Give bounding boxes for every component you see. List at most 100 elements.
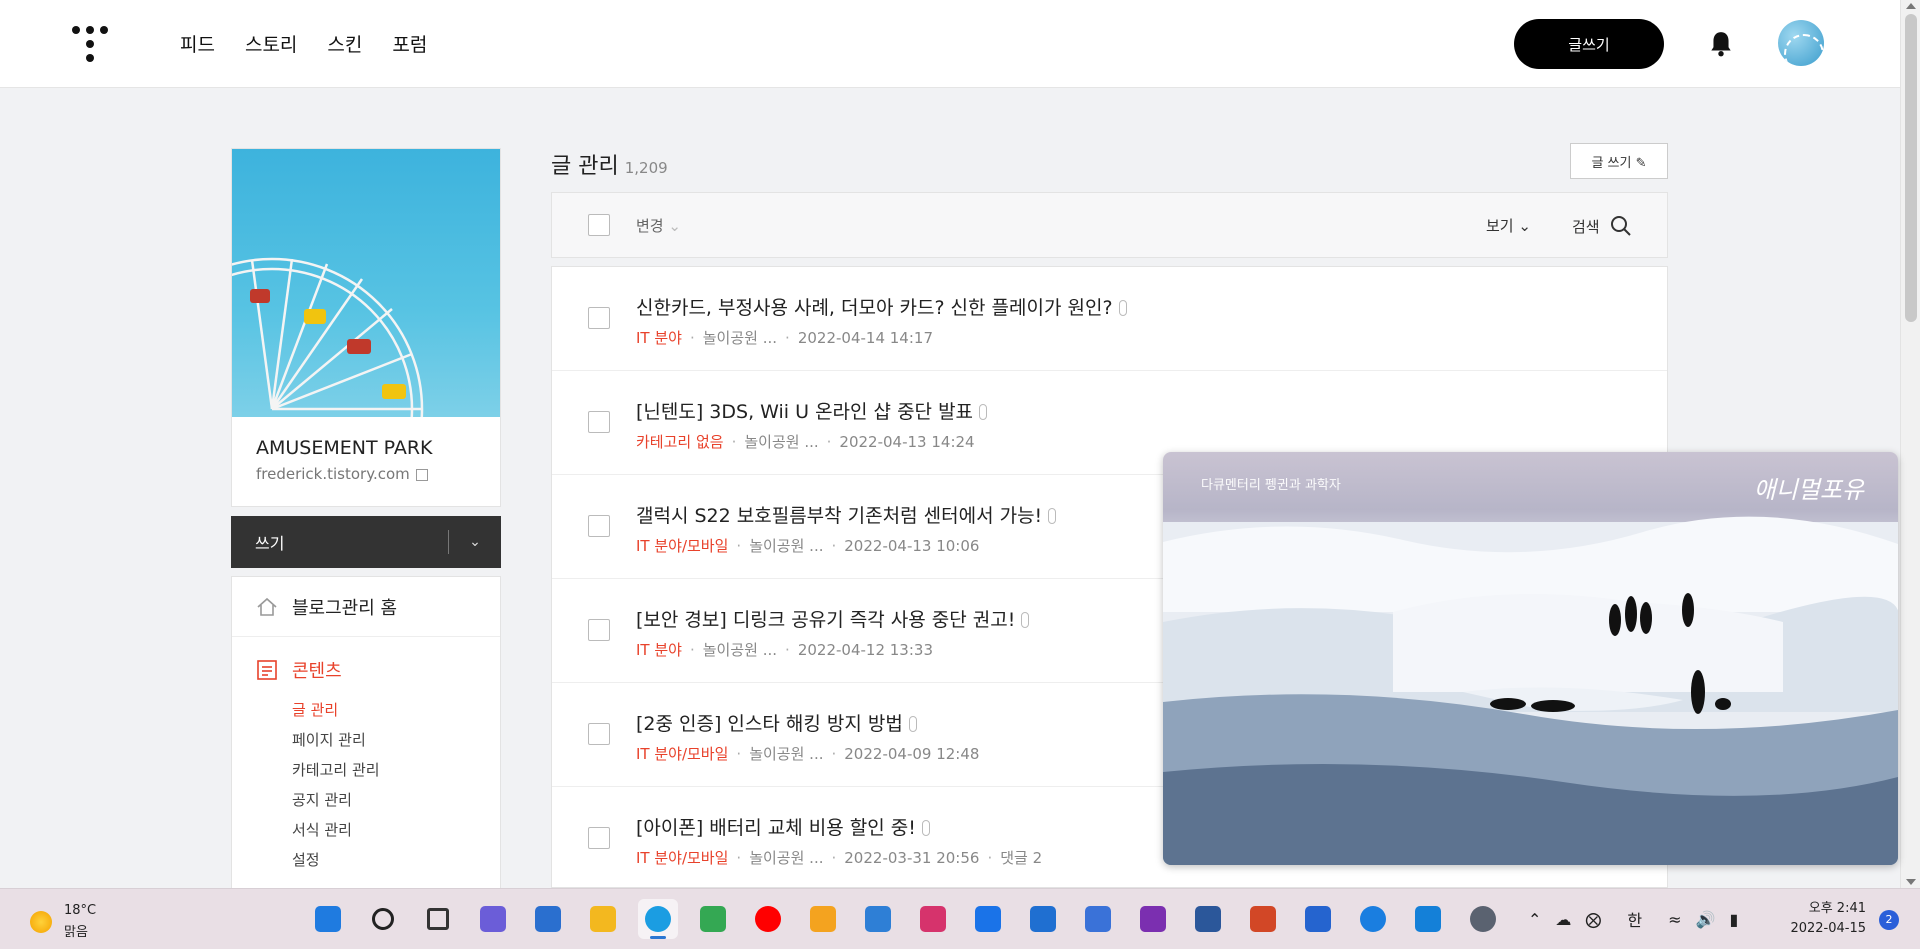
- post-checkbox[interactable]: [588, 723, 610, 745]
- submenu-notice-manage[interactable]: 공지 관리: [292, 785, 476, 815]
- ime-indicator[interactable]: 한: [1627, 907, 1642, 931]
- close-circle-icon[interactable]: ⨂: [1585, 910, 1601, 929]
- mail-icon[interactable]: [968, 899, 1008, 939]
- submenu-category-manage[interactable]: 카테고리 관리: [292, 755, 476, 785]
- post-title[interactable]: [아이폰] 배터리 교체 비용 할인 중!: [636, 813, 930, 840]
- post-category[interactable]: IT 분야: [636, 641, 682, 659]
- bulk-change-dropdown[interactable]: 변경 ⌄: [636, 215, 681, 236]
- clock-time: 오후 2:41: [1808, 901, 1866, 916]
- page-title-text: 글 관리: [551, 154, 619, 179]
- attachment-icon: [1048, 508, 1057, 524]
- edge-browser-icon[interactable]: [638, 899, 678, 939]
- youtube-music-icon[interactable]: [748, 899, 788, 939]
- post-date: 2022-03-31 20:56: [844, 849, 980, 867]
- settings-icon[interactable]: [1463, 899, 1503, 939]
- maps-icon[interactable]: [693, 899, 733, 939]
- todo-icon[interactable]: [1298, 899, 1338, 939]
- post-row[interactable]: 신한카드, 부정사용 사례, 더모아 카드? 신한 플레이가 원인? IT 분야…: [552, 267, 1667, 371]
- submenu-template-manage[interactable]: 서식 관리: [292, 815, 476, 845]
- post-title[interactable]: [2중 인증] 인스타 해킹 방지 방법: [636, 709, 917, 736]
- nav-forum[interactable]: 포럼: [392, 30, 427, 57]
- submenu-post-manage[interactable]: 글 관리: [292, 695, 476, 725]
- chevron-up-icon[interactable]: ⌃: [1528, 910, 1541, 929]
- attachment-icon: [979, 404, 988, 420]
- penguin-video-frame: [1163, 516, 1898, 865]
- post-checkbox[interactable]: [588, 619, 610, 641]
- page-title: 글 관리 1,209: [551, 148, 668, 180]
- post-comment-count[interactable]: 댓글 2: [1000, 849, 1042, 867]
- post-category[interactable]: 카테고리 없음: [636, 433, 724, 451]
- blog-url-link[interactable]: frederick.tistory.com: [256, 465, 476, 483]
- battery-icon[interactable]: ▮: [1729, 910, 1738, 929]
- post-title[interactable]: [보안 경보] 디링크 공유기 즉각 사용 중단 권고!: [636, 605, 1030, 632]
- search-icon[interactable]: [363, 899, 403, 939]
- write-dropdown-label[interactable]: 쓰기: [231, 530, 448, 554]
- menu-content[interactable]: 콘텐츠: [256, 657, 476, 683]
- blog-name: AMUSEMENT PARK: [256, 437, 433, 459]
- menu-blog-home[interactable]: 블로그관리 홈: [232, 577, 500, 637]
- nav-feed[interactable]: 피드: [180, 30, 215, 57]
- submenu-page-manage[interactable]: 페이지 관리: [292, 725, 476, 755]
- gallery-icon[interactable]: [858, 899, 898, 939]
- admin-menu: 블로그관리 홈 콘텐츠 글 관리 페이지 관리 카테고리 관리 공지 관리 서식…: [231, 576, 501, 896]
- post-category[interactable]: IT 분야/모바일: [636, 537, 728, 555]
- view-dropdown[interactable]: 보기 ⌄: [1486, 215, 1531, 236]
- weather-temperature[interactable]: 18°C: [64, 903, 96, 918]
- search-button[interactable]: 검색: [1572, 215, 1632, 237]
- notification-bell-icon[interactable]: [1708, 30, 1734, 58]
- post-checkbox[interactable]: [588, 515, 610, 537]
- word-icon[interactable]: [1188, 899, 1228, 939]
- post-category[interactable]: IT 분야: [636, 329, 682, 347]
- instagram-icon[interactable]: [913, 899, 953, 939]
- windows-start-icon[interactable]: [308, 899, 348, 939]
- store-icon[interactable]: [528, 899, 568, 939]
- onedrive-icon[interactable]: [1353, 899, 1393, 939]
- search-icon: [1611, 216, 1632, 236]
- attachment-icon: [908, 716, 917, 732]
- post-title[interactable]: 갤럭시 S22 보호필름부착 기존처럼 센터에서 가능!: [636, 501, 1057, 528]
- chevron-down-icon[interactable]: ⌄: [449, 534, 501, 550]
- menu-content-label: 콘텐츠: [292, 661, 342, 682]
- remote-desktop-icon[interactable]: [1408, 899, 1448, 939]
- submenu-settings[interactable]: 설정: [292, 845, 476, 875]
- clock-date: 2022-04-15: [1790, 921, 1866, 936]
- select-all-checkbox[interactable]: [588, 214, 610, 236]
- nav-story[interactable]: 스토리: [245, 30, 297, 57]
- write-post-small-button[interactable]: 글 쓰기 ✎: [1570, 143, 1668, 179]
- post-category[interactable]: IT 분야/모바일: [636, 745, 728, 763]
- wifi-icon[interactable]: ≈: [1668, 910, 1681, 929]
- photos-icon[interactable]: [803, 899, 843, 939]
- powerpoint-icon[interactable]: [1243, 899, 1283, 939]
- onenote-icon[interactable]: [1133, 899, 1173, 939]
- user-avatar[interactable]: [1778, 20, 1824, 66]
- post-title[interactable]: 신한카드, 부정사용 사례, 더모아 카드? 신한 플레이가 원인?: [636, 293, 1127, 320]
- content-submenu: 글 관리 페이지 관리 카테고리 관리 공지 관리 서식 관리 설정: [292, 695, 476, 875]
- teams-chat-icon[interactable]: [473, 899, 513, 939]
- write-dropdown[interactable]: 쓰기 ⌄: [231, 516, 501, 568]
- nav-skin[interactable]: 스킨: [327, 30, 362, 57]
- weather-description[interactable]: 맑음: [64, 921, 88, 940]
- scrollbar-thumb[interactable]: [1905, 14, 1917, 322]
- volume-icon[interactable]: 🔊: [1696, 910, 1716, 929]
- post-checkbox[interactable]: [588, 411, 610, 433]
- post-checkbox[interactable]: [588, 827, 610, 849]
- post-title[interactable]: [닌텐도] 3DS, Wii U 온라인 샵 중단 발표: [636, 397, 988, 424]
- post-meta: IT 분야 · 놀이공원 ... · 2022-04-12 13:33: [636, 641, 933, 659]
- file-explorer-icon[interactable]: [583, 899, 623, 939]
- sun-weather-icon[interactable]: [30, 911, 52, 933]
- post-checkbox[interactable]: [588, 307, 610, 329]
- tistory-logo-icon[interactable]: [72, 26, 108, 62]
- post-category[interactable]: IT 분야/모바일: [636, 849, 728, 867]
- post-author: 놀이공원 ...: [702, 329, 778, 347]
- people-icon[interactable]: [1078, 899, 1118, 939]
- chevron-down-icon: ⌄: [1518, 217, 1531, 235]
- system-clock[interactable]: 오후 2:41 2022-04-15: [1776, 899, 1866, 939]
- cloud-icon[interactable]: ☁: [1555, 910, 1571, 929]
- page-scrollbar[interactable]: [1900, 0, 1920, 888]
- notification-badge[interactable]: 2: [1879, 910, 1899, 930]
- post-meta: IT 분야/모바일 · 놀이공원 ... · 2022-04-13 10:06: [636, 537, 980, 555]
- picture-in-picture-video[interactable]: 다큐멘터리 펭귄과 과학자 애니멀포유: [1163, 452, 1898, 865]
- task-view-icon[interactable]: [418, 899, 458, 939]
- write-post-button[interactable]: 글쓰기: [1514, 19, 1664, 69]
- calendar-icon[interactable]: [1023, 899, 1063, 939]
